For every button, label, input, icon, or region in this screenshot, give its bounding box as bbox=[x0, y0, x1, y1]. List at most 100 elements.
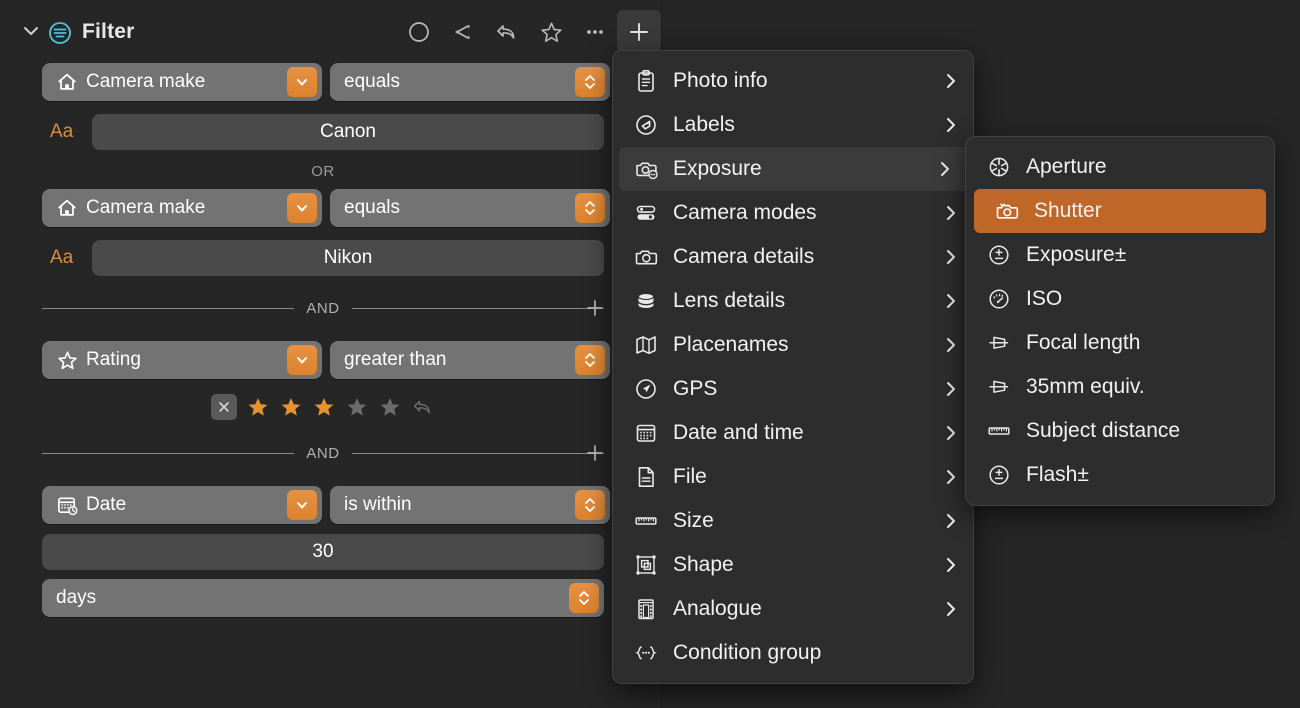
submenu-item-label: Flash± bbox=[1026, 463, 1089, 486]
operator-selector-2[interactable]: equals bbox=[330, 189, 610, 227]
add-condition-inline-button[interactable] bbox=[584, 297, 606, 319]
menu-item-label: Size bbox=[673, 509, 714, 532]
submenu-item-flash-comp[interactable]: Flash± bbox=[966, 453, 1274, 497]
menu-item-camera-details[interactable]: Camera details bbox=[613, 235, 973, 279]
plusminus-circle-icon bbox=[984, 460, 1014, 490]
submenu-item-label: Subject distance bbox=[1026, 419, 1181, 442]
menu-item-analogue[interactable]: Analogue bbox=[613, 587, 973, 631]
sliders-icon bbox=[631, 198, 661, 228]
submenu-item-label: Shutter bbox=[1034, 199, 1102, 222]
stepper-icon[interactable] bbox=[575, 345, 605, 375]
separator-label: OR bbox=[311, 162, 335, 180]
share-icon[interactable] bbox=[441, 10, 485, 54]
menu-item-exposure[interactable]: Exposure bbox=[619, 147, 967, 191]
rating-star-3[interactable] bbox=[312, 395, 336, 419]
value-type-icon-2: Aa bbox=[50, 247, 74, 268]
field-selector-date[interactable]: Date bbox=[42, 486, 322, 524]
stepper-icon[interactable] bbox=[569, 583, 599, 613]
app-root: Filter Camera make equals Aa Canon OR Ca… bbox=[0, 0, 1300, 708]
submenu-item-shutter[interactable]: Shutter bbox=[974, 189, 1266, 233]
field-selector-camera-make-2[interactable]: Camera make bbox=[42, 189, 322, 227]
submenu-item-aperture[interactable]: Aperture bbox=[966, 145, 1274, 189]
braces-icon bbox=[631, 638, 661, 668]
operator-label: equals bbox=[344, 71, 400, 92]
close-icon bbox=[219, 402, 229, 412]
separator-label: AND bbox=[306, 444, 340, 462]
operator-selector-4[interactable]: is within bbox=[330, 486, 610, 524]
add-condition-button[interactable] bbox=[617, 10, 661, 54]
operator-selector-1[interactable]: equals bbox=[330, 63, 610, 101]
menu-item-label: Photo info bbox=[673, 69, 768, 92]
menu-item-date-and-time[interactable]: Date and time bbox=[613, 411, 973, 455]
home-icon bbox=[54, 195, 80, 221]
date-unit-row: days bbox=[42, 579, 604, 617]
menu-item-placenames[interactable]: Placenames bbox=[613, 323, 973, 367]
field-selector-rating[interactable]: Rating bbox=[42, 341, 322, 379]
clipboard-icon bbox=[631, 66, 661, 96]
unit-selector-days[interactable]: days bbox=[42, 579, 604, 617]
stepper-icon[interactable] bbox=[575, 490, 605, 520]
rating-star-5[interactable] bbox=[378, 395, 402, 419]
menu-item-label: File bbox=[673, 465, 707, 488]
value-field-date-amount[interactable]: 30 bbox=[42, 534, 604, 570]
separator-label: AND bbox=[306, 299, 340, 317]
aperture-icon bbox=[984, 152, 1014, 182]
unit-label: days bbox=[56, 587, 97, 608]
submenu-item-iso[interactable]: ISO bbox=[966, 277, 1274, 321]
menu-item-size[interactable]: Size bbox=[613, 499, 973, 543]
undo-arrow-icon[interactable] bbox=[485, 10, 529, 54]
submenu-item-35mm-equiv[interactable]: 35mm equiv. bbox=[966, 365, 1274, 409]
stepper-icon[interactable] bbox=[575, 67, 605, 97]
operator-label: greater than bbox=[344, 349, 447, 370]
plus-icon bbox=[587, 300, 603, 316]
separator-and-1: AND bbox=[42, 297, 606, 319]
stepper-icon[interactable] bbox=[575, 193, 605, 223]
separator-and-2: AND bbox=[42, 442, 606, 464]
add-condition-inline-button[interactable] bbox=[584, 442, 606, 464]
menu-item-lens-details[interactable]: Lens details bbox=[613, 279, 973, 323]
operator-label: equals bbox=[344, 197, 400, 218]
ruler-icon bbox=[984, 416, 1014, 446]
clear-rating-button[interactable] bbox=[211, 394, 237, 420]
filter-panel: Filter Camera make equals Aa Canon OR Ca… bbox=[0, 0, 661, 708]
operator-selector-3[interactable]: greater than bbox=[330, 341, 610, 379]
plus-icon bbox=[630, 23, 648, 41]
separator-or: OR bbox=[42, 160, 604, 182]
chevron-down-icon[interactable] bbox=[20, 20, 42, 42]
menu-item-shape[interactable]: Shape bbox=[613, 543, 973, 587]
circle-icon[interactable] bbox=[397, 10, 441, 54]
menu-item-label: Camera details bbox=[673, 245, 815, 268]
shape-frame-icon bbox=[631, 550, 661, 580]
rating-star-1[interactable] bbox=[246, 395, 270, 419]
camera-icon bbox=[631, 242, 661, 272]
submenu-item-focal-length[interactable]: Focal length bbox=[966, 321, 1274, 365]
film-icon bbox=[631, 594, 661, 624]
star-outline-icon[interactable] bbox=[529, 10, 573, 54]
reject-flag-icon[interactable] bbox=[411, 395, 435, 419]
menu-item-labels[interactable]: Labels bbox=[613, 103, 973, 147]
chevron-down-icon[interactable] bbox=[287, 345, 317, 375]
chevron-down-icon[interactable] bbox=[287, 490, 317, 520]
submenu-item-subject-distance[interactable]: Subject distance bbox=[966, 409, 1274, 453]
chevron-right-icon bbox=[943, 556, 959, 574]
chevron-right-icon bbox=[943, 336, 959, 354]
chevron-down-icon[interactable] bbox=[287, 193, 317, 223]
menu-item-camera-modes[interactable]: Camera modes bbox=[613, 191, 973, 235]
menu-item-file[interactable]: File bbox=[613, 455, 973, 499]
menu-item-gps[interactable]: GPS bbox=[613, 367, 973, 411]
submenu-item-label: Focal length bbox=[1026, 331, 1141, 354]
menu-item-condition-group[interactable]: Condition group bbox=[613, 631, 973, 675]
chevron-right-icon bbox=[943, 72, 959, 90]
submenu-item-exposure-comp[interactable]: Exposure± bbox=[966, 233, 1274, 277]
ellipsis-icon[interactable] bbox=[573, 10, 617, 54]
map-icon bbox=[631, 330, 661, 360]
menu-item-photo-info[interactable]: Photo info bbox=[613, 59, 973, 103]
condition-row-1: Camera make equals bbox=[42, 63, 610, 101]
field-selector-camera-make-1[interactable]: Camera make bbox=[42, 63, 322, 101]
chevron-right-icon bbox=[943, 424, 959, 442]
chevron-down-icon[interactable] bbox=[287, 67, 317, 97]
rating-star-4[interactable] bbox=[345, 395, 369, 419]
rating-star-2[interactable] bbox=[279, 395, 303, 419]
value-field-2[interactable]: Nikon bbox=[92, 240, 604, 276]
value-field-1[interactable]: Canon bbox=[92, 114, 604, 150]
